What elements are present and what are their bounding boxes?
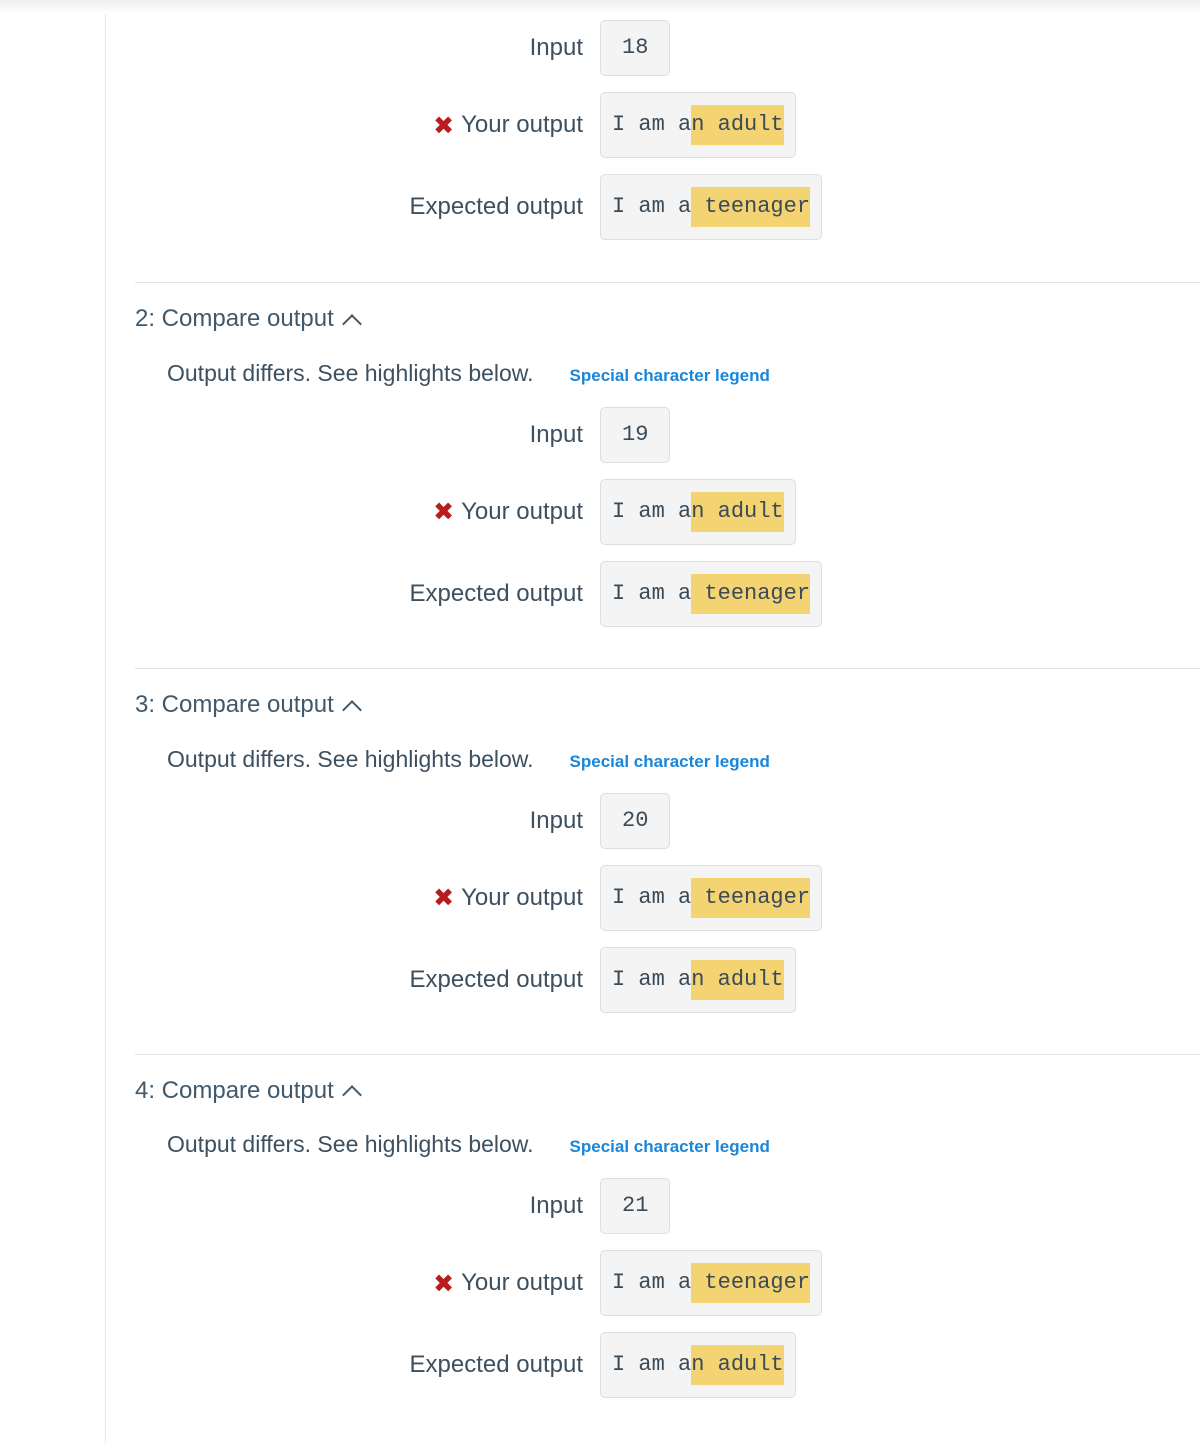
compare-output-section-2: 2: Compare output Output differs. See hi… <box>105 283 1200 669</box>
expected-output-value-1: I am a teenager <box>600 174 823 240</box>
fail-x-icon: ✖ <box>433 498 455 527</box>
expected-output-label-text-4: Expected output <box>409 1351 583 1379</box>
input-label-text-4: Input <box>529 1192 583 1220</box>
your-output-highlight-2: n adult <box>691 491 784 532</box>
expected-output-value-3: I am an adult <box>600 946 796 1013</box>
expected-output-value-2: I am a teenager <box>600 560 823 627</box>
compare-output-section-4: 4: Compare output Output differs. See hi… <box>105 1055 1200 1399</box>
compare-output-section-1: Input 18 ✖ Your output I am an adult Exp… <box>105 0 1200 283</box>
expected-output-plain-1: I am a <box>612 194 692 219</box>
expected-output-value-4: I am an adult <box>600 1332 796 1399</box>
input-row-4: Input 21 <box>105 1178 1200 1235</box>
input-value-3: 20 <box>600 792 671 849</box>
input-label-3: Input <box>105 807 583 835</box>
expected-output-label-4: Expected output <box>105 1351 583 1379</box>
expected-output-highlight-4: n adult <box>691 1345 784 1386</box>
your-output-label-1: ✖ Your output <box>105 111 583 139</box>
your-output-label-text-2: Your output <box>461 497 583 525</box>
io-rows-4: Input 21 ✖ Your output I am a teenager E… <box>105 1158 1200 1399</box>
expected-output-plain-4: I am a <box>612 1352 692 1378</box>
your-output-row-4: ✖ Your output I am a teenager <box>105 1250 1200 1317</box>
your-output-label-text-1: Your output <box>461 111 583 138</box>
your-output-row-3: ✖ Your output I am a teenager <box>105 864 1200 931</box>
your-output-plain-1: I am a <box>612 112 692 137</box>
fail-x-icon: ✖ <box>433 884 455 913</box>
expected-output-label-text-2: Expected output <box>409 579 583 607</box>
input-label-text-2: Input <box>529 420 583 448</box>
io-rows-2: Input 19 ✖ Your output I am an adult Exp… <box>105 387 1200 627</box>
differs-text-2: Output differs. See highlights below. <box>167 359 534 386</box>
fail-x-icon: ✖ <box>433 1269 455 1298</box>
expected-output-plain-3: I am a <box>612 966 692 992</box>
expected-output-row-3: Expected output I am an adult <box>105 946 1200 1013</box>
your-output-value-2: I am an adult <box>600 478 796 545</box>
special-character-legend-link-2[interactable]: Special character legend <box>570 366 770 386</box>
differs-row-3: Output differs. See highlights below. Sp… <box>105 720 1200 773</box>
expected-output-highlight-3: n adult <box>691 959 784 1000</box>
chevron-up-icon[interactable] <box>343 699 363 712</box>
special-character-legend-link-3[interactable]: Special character legend <box>570 752 770 772</box>
compare-output-section-3: 3: Compare output Output differs. See hi… <box>105 669 1200 1055</box>
your-output-row-1: ✖ Your output I am an adult <box>105 92 1200 158</box>
input-value-1: 18 <box>600 20 671 76</box>
input-value-4: 21 <box>600 1178 671 1235</box>
section-header-4[interactable]: 4: Compare output <box>105 1055 363 1106</box>
chevron-up-icon[interactable] <box>343 1084 363 1097</box>
input-row-2: Input 19 <box>105 406 1200 463</box>
expected-output-label-1: Expected output <box>105 193 583 221</box>
differs-text-3: Output differs. See highlights below. <box>167 745 534 772</box>
input-row-1: Input 18 <box>105 20 1200 76</box>
expected-output-highlight-1: teenager <box>691 187 811 227</box>
differs-text-4: Output differs. See highlights below. <box>167 1131 534 1158</box>
input-label-text-3: Input <box>529 806 583 834</box>
expected-output-row-1: Expected output I am a teenager <box>105 174 1200 240</box>
input-label-2: Input <box>105 421 583 449</box>
your-output-label-text-3: Your output <box>461 883 583 911</box>
expected-output-highlight-2: teenager <box>691 573 811 614</box>
your-output-plain-3: I am a <box>612 884 692 910</box>
your-output-value-1: I am an adult <box>600 92 796 158</box>
expected-output-label-text-3: Expected output <box>409 965 583 993</box>
section-title-4: 4: Compare output <box>135 1076 334 1104</box>
compare-output-results: Input 18 ✖ Your output I am an adult Exp… <box>105 0 1200 1399</box>
input-value-2: 19 <box>600 406 671 463</box>
input-label-1: Input <box>105 34 583 62</box>
differs-row-4: Output differs. See highlights below. Sp… <box>105 1105 1200 1158</box>
your-output-highlight-1: n adult <box>691 105 784 145</box>
your-output-label-4: ✖ Your output <box>105 1269 583 1297</box>
io-rows-1: Input 18 ✖ Your output I am an adult Exp… <box>105 0 1200 240</box>
section-header-2[interactable]: 2: Compare output <box>105 283 363 334</box>
io-rows-3: Input 20 ✖ Your output I am a teenager E… <box>105 773 1200 1013</box>
your-output-highlight-3: teenager <box>691 877 811 918</box>
expected-output-plain-2: I am a <box>612 580 692 606</box>
fail-x-icon: ✖ <box>433 111 455 140</box>
expected-output-label-2: Expected output <box>105 580 583 608</box>
expected-output-label-3: Expected output <box>105 966 583 994</box>
section-title-3: 3: Compare output <box>135 690 334 718</box>
input-label-4: Input <box>105 1192 583 1220</box>
section-header-3[interactable]: 3: Compare output <box>105 669 363 720</box>
your-output-label-text-4: Your output <box>461 1269 583 1297</box>
expected-output-label-text-1: Expected output <box>409 193 583 220</box>
your-output-label-3: ✖ Your output <box>105 884 583 912</box>
chevron-up-icon[interactable] <box>343 313 363 326</box>
your-output-label-2: ✖ Your output <box>105 498 583 526</box>
your-output-value-3: I am a teenager <box>600 864 823 931</box>
your-output-value-4: I am a teenager <box>600 1250 823 1317</box>
your-output-highlight-4: teenager <box>691 1263 811 1304</box>
your-output-row-2: ✖ Your output I am an adult <box>105 478 1200 545</box>
special-character-legend-link-4[interactable]: Special character legend <box>570 1137 770 1157</box>
section-title-2: 2: Compare output <box>135 305 334 332</box>
differs-row-2: Output differs. See highlights below. Sp… <box>105 334 1200 387</box>
your-output-plain-2: I am a <box>612 498 692 524</box>
expected-output-row-2: Expected output I am a teenager <box>105 560 1200 627</box>
expected-output-row-4: Expected output I am an adult <box>105 1332 1200 1399</box>
input-row-3: Input 20 <box>105 792 1200 849</box>
input-label-text-1: Input <box>529 34 583 61</box>
your-output-plain-4: I am a <box>612 1270 692 1296</box>
test-results-page: Input 18 ✖ Your output I am an adult Exp… <box>0 0 1200 1443</box>
